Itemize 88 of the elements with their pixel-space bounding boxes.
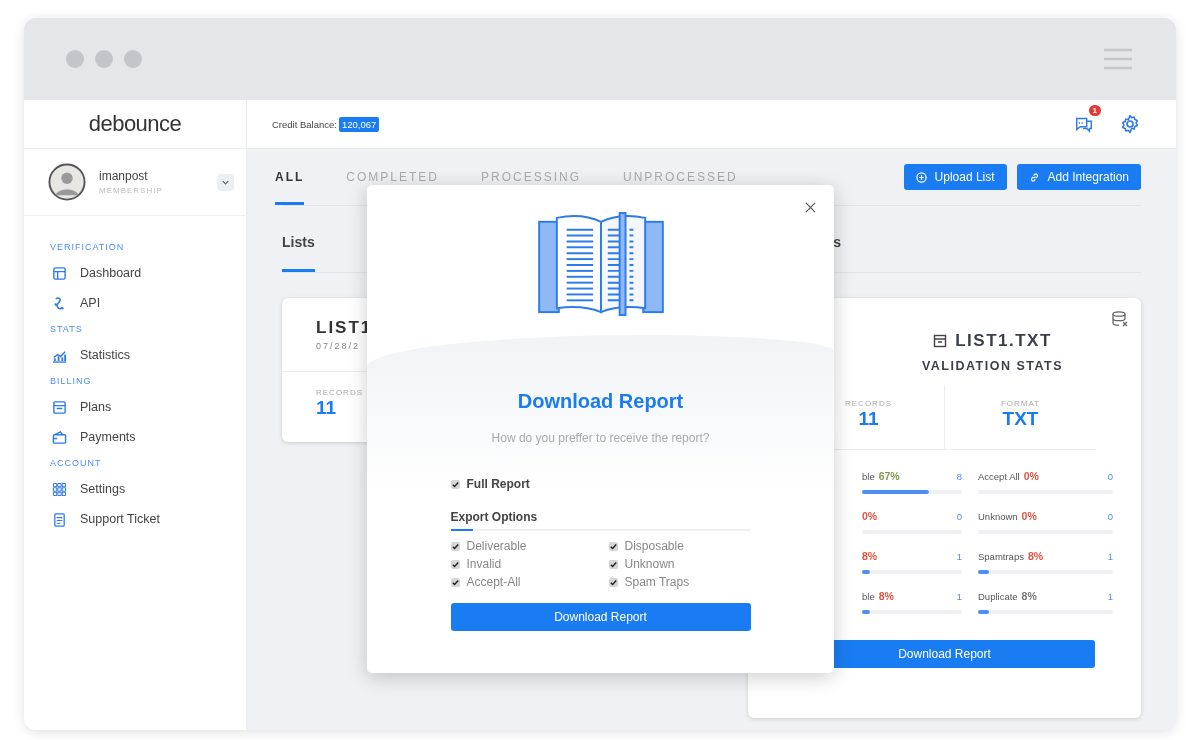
checkbox[interactable] xyxy=(608,559,618,569)
list-title: LIST1 xyxy=(316,318,374,338)
window-dot xyxy=(124,50,142,68)
section-tab[interactable]: s xyxy=(833,206,841,272)
notification-badge: 1 xyxy=(1088,105,1101,116)
checkbox[interactable] xyxy=(608,577,618,587)
stat-count: 8 xyxy=(956,471,962,482)
stat-count: 0 xyxy=(1107,511,1113,522)
checkbox[interactable] xyxy=(608,541,618,551)
records-label: RECORDS xyxy=(845,399,892,408)
stat-count: 0 xyxy=(1107,471,1113,482)
action-button[interactable]: Add Integration xyxy=(1016,164,1141,190)
window-dot xyxy=(66,50,84,68)
archive-icon xyxy=(933,334,948,348)
stat-label: Accept All xyxy=(978,471,1020,482)
checkbox-label: Unknown xyxy=(624,557,675,571)
nav-section-heading: ACCOUNT xyxy=(50,458,103,468)
records-count: 11 xyxy=(858,408,879,430)
stat-percent: 8% xyxy=(1027,550,1044,562)
nav-section-heading: STATS xyxy=(50,324,84,334)
options-heading: Export Options xyxy=(450,510,539,524)
format-label: FORMAT xyxy=(1000,399,1041,408)
section-tab[interactable]: Lists xyxy=(282,206,315,272)
stat-percent: 0% xyxy=(862,510,878,522)
nav-section-heading: BILLING xyxy=(50,376,93,386)
nav-item[interactable]: Plans xyxy=(80,400,112,414)
user-role: MEMBERSHIP xyxy=(99,186,164,195)
stat-percent: 67% xyxy=(878,470,900,482)
file-name: LIST1.TXT xyxy=(955,331,1052,351)
stat-label: ble xyxy=(862,591,875,602)
checkbox-label: Spam Traps xyxy=(624,575,690,589)
checkbox[interactable] xyxy=(450,577,460,587)
stat-label: Duplicate xyxy=(978,591,1018,602)
stat-label: Spamtraps xyxy=(978,551,1024,562)
stat-percent: 0% xyxy=(1021,510,1037,522)
checkbox-label: Deliverable xyxy=(466,539,527,553)
nav-item[interactable]: Dashboard xyxy=(80,266,142,280)
filter-tab[interactable]: ALL xyxy=(275,149,305,205)
checkbox-label: Invalid xyxy=(466,557,502,571)
credit-value: 120,067 xyxy=(338,116,380,132)
nav-item[interactable]: Statistics xyxy=(80,348,130,362)
download-report-button[interactable]: Download Report xyxy=(450,603,751,631)
nav-item[interactable]: Payments xyxy=(80,430,136,444)
stat-label: Unknown xyxy=(978,511,1018,522)
nav-item[interactable]: API xyxy=(80,296,101,310)
checkbox-label: Full Report xyxy=(466,477,530,491)
wallet-icon xyxy=(52,429,67,445)
nav-item[interactable]: Support Ticket xyxy=(80,512,160,526)
stat-count: 1 xyxy=(1107,591,1113,602)
settings-icon[interactable] xyxy=(1120,114,1140,134)
stat-count: 1 xyxy=(956,551,962,562)
checkbox[interactable] xyxy=(450,479,460,489)
stat-percent: 0% xyxy=(1023,470,1039,482)
checkbox[interactable] xyxy=(450,559,460,569)
grid-icon xyxy=(52,481,67,497)
list-date: 07/28/2 xyxy=(316,341,362,351)
credit-label: Credit Balance: xyxy=(272,118,337,130)
link-icon xyxy=(1028,171,1040,183)
stat-count: 1 xyxy=(1107,551,1113,562)
card-icon xyxy=(52,399,67,415)
checkbox[interactable] xyxy=(450,541,460,551)
records-count: 11 xyxy=(316,397,338,419)
records-label: RECORDS xyxy=(316,388,364,397)
window-dot xyxy=(95,50,113,68)
stat-percent: 8% xyxy=(862,550,878,562)
stat-percent: 8% xyxy=(878,590,894,602)
logo[interactable]: debounce xyxy=(88,111,182,137)
stat-count: 1 xyxy=(956,591,962,602)
format-value: TXT xyxy=(1002,408,1039,430)
nav-section-heading: VERIFICATION xyxy=(50,242,126,252)
stat-label: ble xyxy=(862,471,875,482)
dashboard-icon xyxy=(52,265,67,281)
plus-icon xyxy=(915,171,927,183)
card-subtitle: VALIDATION STATS xyxy=(921,359,1064,373)
checkbox-label: Accept-All xyxy=(466,575,521,589)
stat-percent: 8% xyxy=(1021,590,1037,602)
dropdown-button[interactable] xyxy=(217,173,234,191)
clipboard-icon xyxy=(52,511,67,527)
user-name: imanpost xyxy=(99,169,149,183)
stat-count: 0 xyxy=(956,511,962,522)
database-icon[interactable] xyxy=(1111,310,1129,328)
dialog-subtitle: How do you preffer to receive the report? xyxy=(491,431,710,445)
avatar xyxy=(48,163,86,201)
nav-item[interactable]: Settings xyxy=(80,482,126,496)
action-button[interactable]: Upload List xyxy=(903,164,1007,190)
close-icon[interactable] xyxy=(805,202,816,213)
dialog-title: Download Report xyxy=(517,390,684,413)
checkbox-label: Disposable xyxy=(624,539,684,553)
